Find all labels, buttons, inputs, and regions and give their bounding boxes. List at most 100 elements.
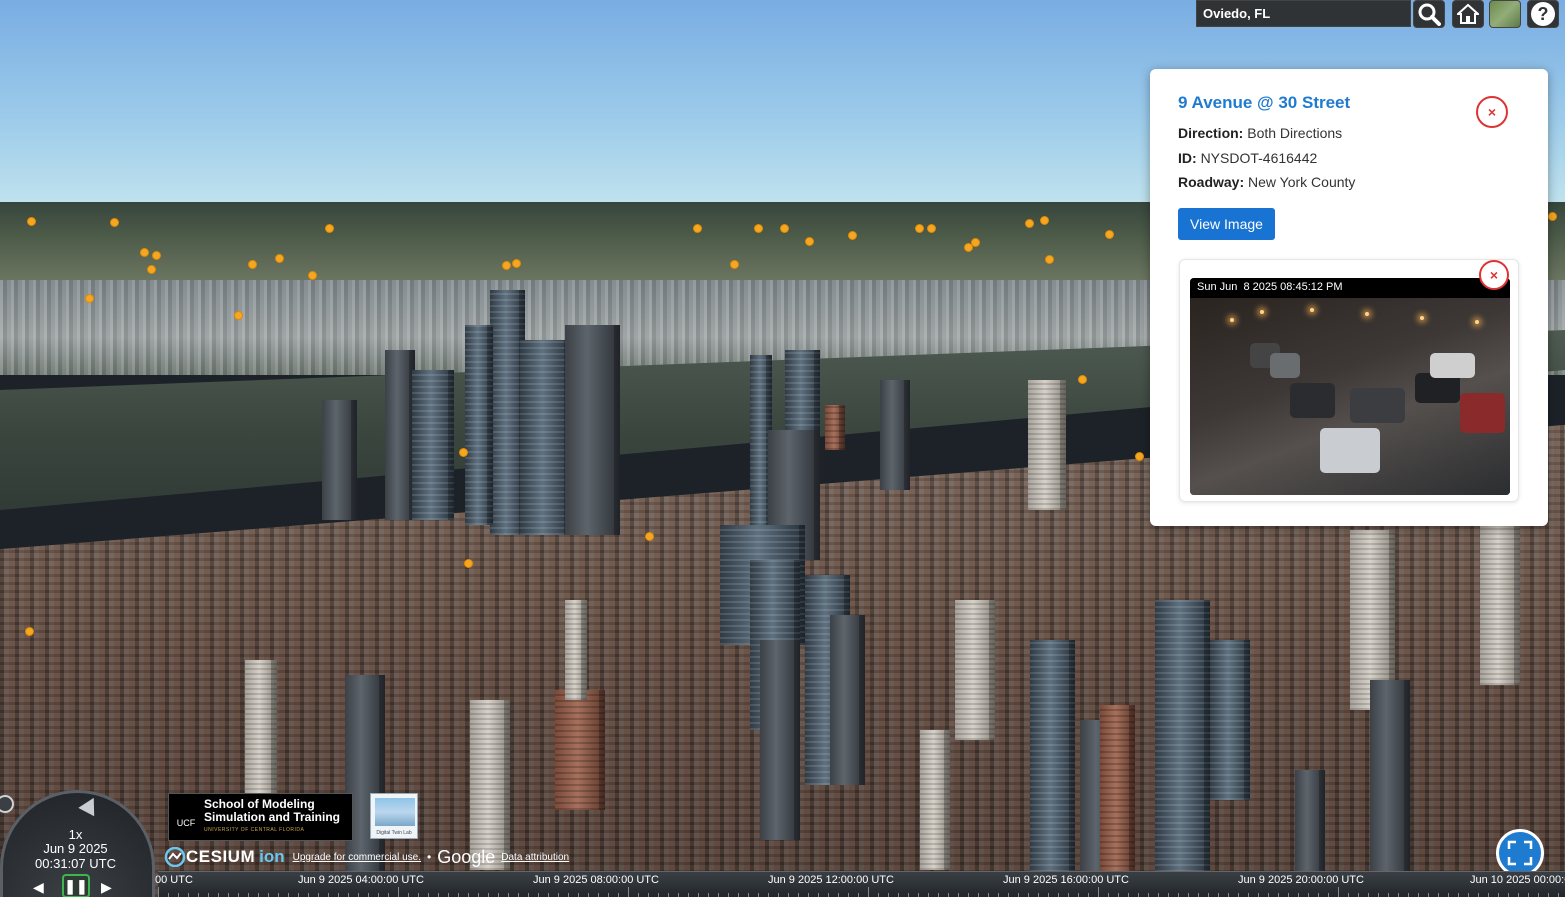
cesium-ion-logo[interactable]: ion xyxy=(259,847,285,867)
play-forward-button[interactable]: ▶ xyxy=(101,879,119,897)
geocoder-search-input[interactable]: Oviedo, FL xyxy=(1196,0,1411,27)
direction-label: Direction: xyxy=(1178,125,1244,141)
timeline-tick xyxy=(918,893,919,897)
camera-marker[interactable] xyxy=(234,311,243,320)
camera-marker[interactable] xyxy=(248,260,257,269)
camera-marker[interactable] xyxy=(1105,230,1114,239)
timeline-label: Jun 9 2025 12:00:00 UTC xyxy=(768,874,894,886)
home-button[interactable] xyxy=(1452,0,1484,28)
timeline-tick xyxy=(1208,893,1209,897)
timeline-tick xyxy=(548,893,549,897)
timeline-tick xyxy=(438,893,439,897)
timeline-tick xyxy=(1268,893,1269,897)
play-reverse-button[interactable]: ◀ xyxy=(33,879,51,897)
street-light xyxy=(1475,320,1479,324)
camera-marker[interactable] xyxy=(308,271,317,280)
camera-marker[interactable] xyxy=(110,218,119,227)
timeline-tick xyxy=(1408,893,1409,897)
timeline-tick xyxy=(1178,893,1179,897)
timeline-tick xyxy=(248,893,249,897)
base-layer-picker-button[interactable] xyxy=(1489,0,1521,28)
search-button[interactable] xyxy=(1413,0,1445,28)
close-image-button[interactable]: × xyxy=(1479,260,1509,290)
timeline-tick xyxy=(568,893,569,897)
tower xyxy=(565,600,587,700)
cesium-logo-icon xyxy=(164,847,186,867)
camera-marker[interactable] xyxy=(971,238,980,247)
animation-time: 00:31:07 UTC xyxy=(35,856,116,871)
timeline-tick xyxy=(608,893,609,897)
camera-marker[interactable] xyxy=(1045,255,1054,264)
car xyxy=(1460,393,1505,433)
camera-marker[interactable] xyxy=(325,224,334,233)
camera-marker[interactable] xyxy=(848,231,857,240)
camera-marker[interactable] xyxy=(693,224,702,233)
timeline-tick xyxy=(738,893,739,897)
timeline-tick xyxy=(848,893,849,897)
camera-marker[interactable] xyxy=(1548,212,1557,221)
tower xyxy=(830,615,865,785)
camera-marker[interactable] xyxy=(459,448,468,457)
camera-marker[interactable] xyxy=(805,237,814,246)
id-label: ID: xyxy=(1178,150,1197,166)
camera-marker[interactable] xyxy=(1135,452,1144,461)
camera-marker[interactable] xyxy=(25,627,34,636)
camera-marker[interactable] xyxy=(275,254,284,263)
timeline-tick xyxy=(1438,893,1439,897)
data-attribution-link[interactable]: Data attribution xyxy=(501,852,569,863)
help-button[interactable]: ? xyxy=(1527,0,1559,28)
tower xyxy=(322,400,357,520)
cesium-logo[interactable]: CESIUM xyxy=(186,847,255,867)
tower xyxy=(1100,705,1135,885)
tower xyxy=(565,325,620,535)
camera-marker[interactable] xyxy=(27,217,36,226)
pause-button[interactable]: ❚❚ xyxy=(62,874,90,897)
street-light xyxy=(1310,308,1314,312)
view-image-button[interactable]: View Image xyxy=(1178,208,1275,240)
camera-marker[interactable] xyxy=(915,224,924,233)
timeline-tick xyxy=(1488,893,1489,897)
timeline-tick xyxy=(358,893,359,897)
camera-marker[interactable] xyxy=(512,259,521,268)
camera-marker[interactable] xyxy=(730,260,739,269)
camera-marker[interactable] xyxy=(780,224,789,233)
camera-marker[interactable] xyxy=(502,261,511,270)
upgrade-link[interactable]: Upgrade for commercial use. xyxy=(293,852,421,863)
camera-marker[interactable] xyxy=(152,251,161,260)
timeline-tick xyxy=(538,893,539,897)
timeline-tick xyxy=(1518,893,1519,897)
timeline-tick xyxy=(218,893,219,897)
camera-marker[interactable] xyxy=(1025,219,1034,228)
digital-twin-lab-logo: Digital Twin Lab xyxy=(370,793,418,839)
shuttle-ring-knob[interactable] xyxy=(78,793,102,817)
camera-marker[interactable] xyxy=(927,224,936,233)
camera-marker[interactable] xyxy=(645,532,654,541)
camera-marker[interactable] xyxy=(85,294,94,303)
close-panel-button[interactable]: × xyxy=(1476,96,1508,128)
timeline-tick xyxy=(1528,893,1529,897)
timeline-tick xyxy=(308,893,309,897)
timeline-tick xyxy=(1148,893,1149,897)
tower xyxy=(520,340,570,535)
tower xyxy=(412,370,454,520)
timeline-tick xyxy=(288,893,289,897)
camera-marker[interactable] xyxy=(1078,375,1087,384)
timeline-tick xyxy=(508,893,509,897)
timeline[interactable]: 00 UTC Jun 9 2025 04:00:00 UTC Jun 9 202… xyxy=(155,871,1565,897)
timeline-tick xyxy=(1198,893,1199,897)
camera-marker[interactable] xyxy=(1040,216,1049,225)
camera-marker[interactable] xyxy=(140,248,149,257)
camera-marker[interactable] xyxy=(464,559,473,568)
timeline-tick xyxy=(448,893,449,897)
camera-image: Sun Jun 8 2025 08:45:12 PM xyxy=(1190,278,1510,495)
tower xyxy=(245,660,277,800)
timeline-tick xyxy=(618,893,619,897)
timeline-tick xyxy=(368,893,369,897)
timeline-tick xyxy=(648,893,649,897)
camera-marker[interactable] xyxy=(147,265,156,274)
credits-bar: CESIUM ion Upgrade for commercial use. •… xyxy=(164,847,569,867)
timeline-tick xyxy=(488,893,489,897)
camera-marker[interactable] xyxy=(754,224,763,233)
timeline-tick xyxy=(1308,893,1309,897)
fullscreen-button[interactable] xyxy=(1496,829,1544,877)
